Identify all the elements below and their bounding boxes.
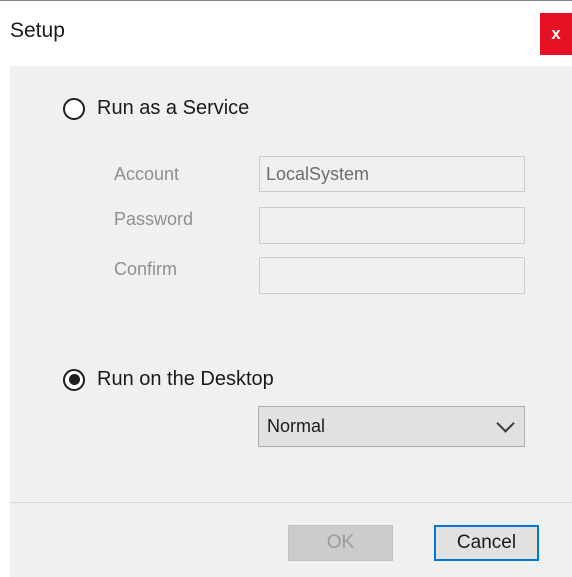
radio-checked-icon — [63, 368, 85, 391]
close-icon: x — [551, 24, 561, 43]
radio-dot — [68, 374, 80, 385]
run-on-desktop-radio[interactable]: Run on the Desktop — [63, 368, 274, 391]
dialog-footer: OK Cancel — [10, 503, 572, 577]
run-on-desktop-label: Run on the Desktop — [97, 368, 274, 390]
setup-dialog: Setup x Run as a Service Account LocalSy… — [0, 0, 572, 577]
desktop-mode-value: Normal — [267, 416, 326, 436]
ok-button[interactable]: OK — [288, 525, 393, 561]
run-as-service-label: Run as a Service — [97, 97, 250, 119]
chevron-down-icon — [496, 414, 515, 433]
dialog-content: Run as a Service Account LocalSystem Pas… — [10, 66, 572, 502]
run-as-service-radio[interactable]: Run as a Service — [63, 97, 249, 120]
account-field[interactable]: LocalSystem — [259, 156, 525, 192]
close-button[interactable]: x — [540, 13, 572, 55]
window-title: Setup — [10, 19, 65, 42]
title-bar: Setup x — [0, 0, 572, 66]
cancel-button[interactable]: Cancel — [434, 525, 539, 561]
confirm-label: Confirm — [114, 259, 178, 279]
password-label: Password — [114, 209, 194, 229]
radio-unchecked-icon — [63, 97, 85, 120]
desktop-mode-dropdown[interactable]: Normal — [258, 406, 525, 447]
password-field[interactable] — [259, 207, 525, 244]
account-label: Account — [114, 164, 180, 184]
confirm-field[interactable] — [259, 257, 525, 294]
